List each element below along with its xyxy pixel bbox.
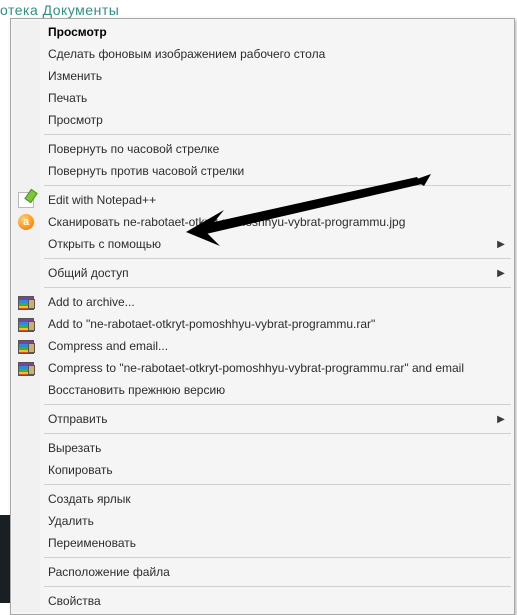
icon-slot [12, 488, 40, 510]
menu-item-share[interactable]: Общий доступ▶ [12, 262, 513, 284]
menu-item-label: Отправить [40, 412, 493, 426]
icon-slot [12, 291, 40, 313]
menu-item-delete[interactable]: Удалить [12, 510, 513, 532]
menu-separator [12, 554, 513, 561]
menu-item-rar-add-named[interactable]: Add to "ne-rabotaet-otkryt-pomoshhyu-vyb… [12, 313, 513, 335]
menu-item-rar-email[interactable]: Compress and email... [12, 335, 513, 357]
icon-slot [12, 65, 40, 87]
menu-item-label: Compress to "ne-rabotaet-otkryt-pomoshhy… [40, 361, 513, 375]
menu-item-preview[interactable]: Просмотр [12, 109, 513, 131]
menu-item-label: Общий доступ [40, 266, 493, 280]
menu-separator [12, 401, 513, 408]
menu-item-properties[interactable]: Свойства [12, 590, 513, 612]
menu-item-label: Add to archive... [40, 295, 513, 309]
menu-item-open-with[interactable]: Открыть с помощью▶ [12, 233, 513, 255]
icon-slot [12, 211, 40, 233]
icon-slot [12, 590, 40, 612]
background-sliver [0, 515, 10, 603]
menu-item-preview-bold[interactable]: Просмотр [12, 21, 513, 43]
menu-item-label: Повернуть по часовой стрелке [40, 142, 513, 156]
menu-item-label: Печать [40, 91, 513, 105]
icon-slot [12, 510, 40, 532]
menu-item-rotate-ccw[interactable]: Повернуть против часовой стрелки [12, 160, 513, 182]
menu-item-set-wallpaper[interactable]: Сделать фоновым изображением рабочего ст… [12, 43, 513, 65]
icon-slot [12, 262, 40, 284]
menu-item-label: Копировать [40, 463, 513, 477]
menu-item-label: Переименовать [40, 536, 513, 550]
winrar-icon [18, 296, 34, 310]
icon-slot [12, 87, 40, 109]
submenu-arrow-icon: ▶ [493, 268, 513, 279]
menu-item-label: Повернуть против часовой стрелки [40, 164, 513, 178]
menu-separator [12, 131, 513, 138]
menu-item-rotate-cw[interactable]: Повернуть по часовой стрелке [12, 138, 513, 160]
menu-item-label: Создать ярлык [40, 492, 513, 506]
icon-slot [12, 21, 40, 43]
icon-slot [12, 408, 40, 430]
menu-item-rename[interactable]: Переименовать [12, 532, 513, 554]
icon-slot [12, 109, 40, 131]
menu-item-label: Compress and email... [40, 339, 513, 353]
notepadpp-icon [18, 192, 34, 208]
context-menu: Просмотр Сделать фоновым изображением раб… [10, 18, 515, 615]
menu-item-label: Edit with Notepad++ [40, 193, 513, 207]
menu-item-label: Просмотр [40, 25, 513, 39]
menu-item-label: Свойства [40, 594, 513, 608]
menu-item-edit-npp[interactable]: Edit with Notepad++ [12, 189, 513, 211]
menu-item-label: Сканировать ne-rabotaet-otkryt-pomoshhyu… [40, 215, 513, 229]
menu-separator [12, 430, 513, 437]
menu-separator [12, 255, 513, 262]
menu-item-label: Сделать фоновым изображением рабочего ст… [40, 47, 513, 61]
icon-slot [12, 138, 40, 160]
winrar-icon [18, 340, 34, 354]
menu-item-file-location[interactable]: Расположение файла [12, 561, 513, 583]
icon-slot [12, 233, 40, 255]
menu-item-label: Add to "ne-rabotaet-otkryt-pomoshhyu-vyb… [40, 317, 513, 331]
menu-item-send-to[interactable]: Отправить▶ [12, 408, 513, 430]
menu-item-label: Просмотр [40, 113, 513, 127]
menu-item-cut[interactable]: Вырезать [12, 437, 513, 459]
menu-separator [12, 182, 513, 189]
menu-item-rar-email-named[interactable]: Compress to "ne-rabotaet-otkryt-pomoshhy… [12, 357, 513, 379]
menu-item-print[interactable]: Печать [12, 87, 513, 109]
icon-slot [12, 313, 40, 335]
menu-item-copy[interactable]: Копировать [12, 459, 513, 481]
submenu-arrow-icon: ▶ [493, 239, 513, 250]
avast-icon [18, 214, 34, 230]
menu-item-label: Расположение файла [40, 565, 513, 579]
menu-item-label: Вырезать [40, 441, 513, 455]
menu-item-label: Открыть с помощью [40, 237, 493, 251]
icon-slot [12, 160, 40, 182]
menu-item-label: Восстановить прежнюю версию [40, 383, 513, 397]
icon-slot [12, 43, 40, 65]
icon-slot [12, 335, 40, 357]
icon-slot [12, 379, 40, 401]
menu-separator [12, 284, 513, 291]
icon-slot [12, 459, 40, 481]
menu-item-label: Удалить [40, 514, 513, 528]
winrar-icon [18, 362, 34, 376]
icon-slot [12, 437, 40, 459]
icon-slot [12, 561, 40, 583]
menu-item-create-shortcut[interactable]: Создать ярлык [12, 488, 513, 510]
menu-separator [12, 481, 513, 488]
menu-item-avast-scan[interactable]: Сканировать ne-rabotaet-otkryt-pomoshhyu… [12, 211, 513, 233]
icon-slot [12, 189, 40, 211]
menu-item-rar-add[interactable]: Add to archive... [12, 291, 513, 313]
icon-slot [12, 357, 40, 379]
menu-item-restore-prev[interactable]: Восстановить прежнюю версию [12, 379, 513, 401]
menu-item-label: Изменить [40, 69, 513, 83]
window-header-fragment: отека Документы [0, 2, 119, 18]
menu-item-edit[interactable]: Изменить [12, 65, 513, 87]
icon-slot [12, 532, 40, 554]
submenu-arrow-icon: ▶ [493, 414, 513, 425]
menu-separator [12, 583, 513, 590]
winrar-icon [18, 318, 34, 332]
